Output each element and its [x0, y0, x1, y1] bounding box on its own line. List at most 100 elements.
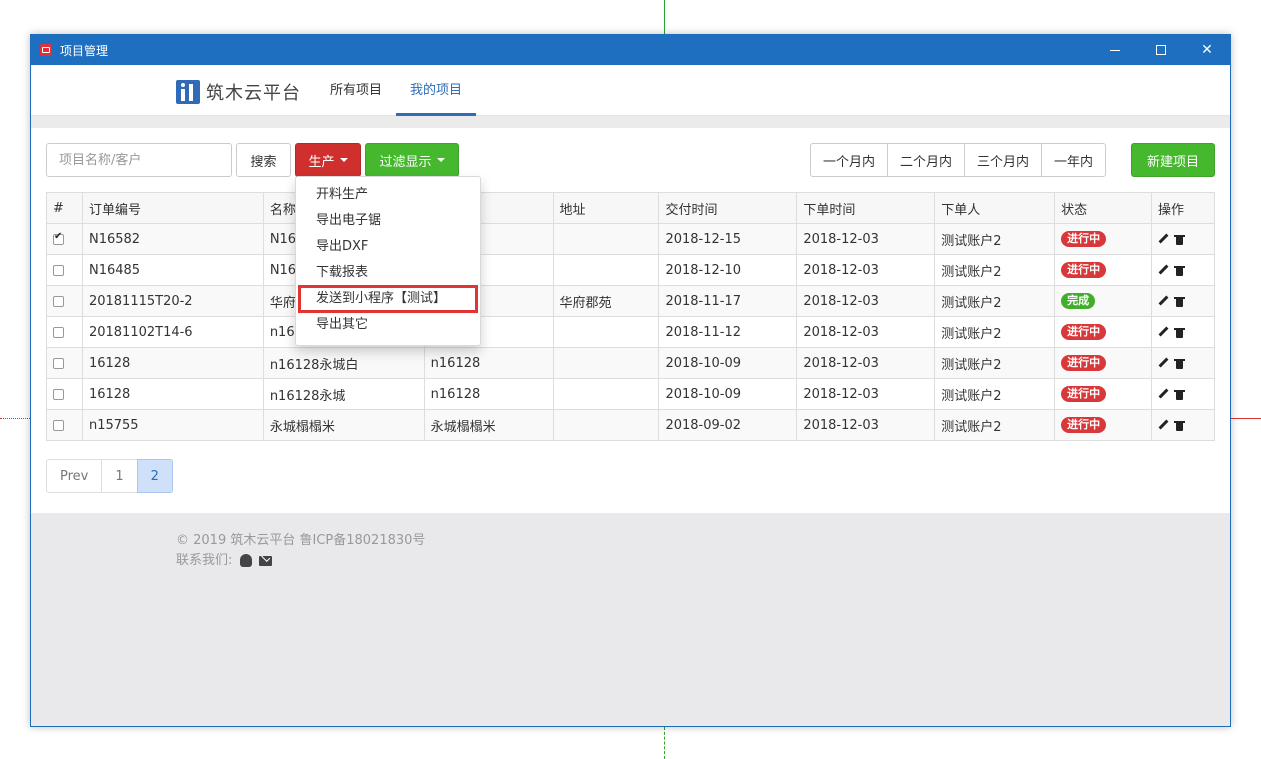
cell-address: [552, 316, 660, 348]
contact-label: 联系我们:: [176, 553, 233, 568]
row-checkbox[interactable]: [53, 264, 64, 276]
new-project-button[interactable]: 新建项目: [1131, 143, 1215, 177]
menu-item-export-other[interactable]: 导出其它: [296, 312, 480, 338]
col-header-ordered[interactable]: 下单时间: [796, 192, 936, 224]
tab-my-projects[interactable]: 我的项目: [396, 65, 477, 116]
delete-trash-icon[interactable]: [1173, 265, 1185, 276]
cell-delivery: 2018-11-12: [658, 316, 798, 348]
cell-delivery: 2018-11-17: [658, 285, 798, 317]
search-button[interactable]: 搜索: [236, 143, 291, 177]
cell-user: 测试账户2: [934, 347, 1056, 379]
col-header-delivery[interactable]: 交付时间: [658, 192, 798, 224]
cell-actions: [1150, 347, 1216, 379]
pagination: Prev 1 2: [46, 459, 173, 493]
brand[interactable]: 筑木云平台: [176, 79, 301, 105]
maximize-icon: [1156, 45, 1166, 55]
col-header-order[interactable]: 订单编号: [81, 192, 264, 224]
nav-tabs: 所有项目 我的项目: [316, 65, 477, 116]
delete-trash-icon[interactable]: [1173, 420, 1185, 431]
edit-pencil-icon[interactable]: [1158, 265, 1169, 276]
edit-pencil-icon[interactable]: [1158, 389, 1169, 400]
edit-pencil-icon[interactable]: [1158, 420, 1169, 431]
close-button[interactable]: ✕: [1184, 35, 1230, 65]
row-checkbox[interactable]: [53, 419, 64, 431]
delete-trash-icon[interactable]: [1173, 358, 1185, 369]
edit-pencil-icon[interactable]: [1158, 327, 1169, 338]
cell-order: 16128: [81, 378, 264, 410]
cell-ordered: 2018-12-03: [796, 378, 936, 410]
cell-ordered: 2018-12-03: [796, 409, 936, 441]
page-1[interactable]: 1: [101, 459, 138, 493]
col-header-status[interactable]: 状态: [1054, 192, 1152, 224]
minimize-button[interactable]: [1092, 35, 1138, 65]
row-checkbox[interactable]: [53, 357, 64, 369]
row-checkbox[interactable]: [53, 231, 64, 245]
nav-divider-strip: [31, 116, 1230, 128]
filter-dropdown-button[interactable]: 过滤显示: [365, 143, 459, 177]
date-range-group: 一个月内 二个月内 三个月内 一年内: [810, 143, 1107, 177]
cell-actions: [1150, 378, 1216, 410]
status-badge: 进行中: [1061, 231, 1107, 247]
caret-down-icon: [339, 158, 348, 162]
table-body: N16582N16董2018-12-152018-12-03测试账户2进行中N1…: [46, 223, 1216, 441]
delete-trash-icon[interactable]: [1173, 327, 1185, 338]
filter-label: 过滤显示: [379, 154, 432, 170]
menu-item-export-saw[interactable]: 导出电子锯: [296, 208, 480, 234]
app-icon: [40, 44, 52, 56]
cell-order: N16582: [81, 223, 264, 255]
cell-actions: [1150, 223, 1216, 255]
col-header-address[interactable]: 地址: [552, 192, 660, 224]
cell-order: 20181115T20-2: [81, 285, 264, 317]
menu-item-send-miniprogram[interactable]: 发送到小程序【测试】: [298, 285, 478, 313]
range-two-months[interactable]: 二个月内: [887, 143, 966, 177]
guide-line-right: [1231, 418, 1261, 419]
status-badge: 进行中: [1061, 324, 1107, 340]
table-row[interactable]: 16128 n16128永城 n16128 2018-10-09 2018-12-03 测…: [46, 378, 1216, 410]
delete-trash-icon[interactable]: [1173, 234, 1185, 245]
table-row[interactable]: N16582N16董2018-12-152018-12-03测试账户2进行中: [46, 223, 1216, 255]
search-input[interactable]: [46, 143, 232, 177]
delete-trash-icon[interactable]: [1173, 389, 1185, 400]
table-row[interactable]: 20181115T20-2华府苑华府郡苑2018-11-172018-12-03…: [46, 285, 1216, 317]
production-dropdown-menu: 开料生产 导出电子锯 导出DXF 下载报表 发送到小程序【测试】 导出其它: [295, 176, 481, 346]
guide-line-left: [0, 418, 30, 419]
page-2[interactable]: 2: [136, 459, 173, 493]
maximize-button[interactable]: [1138, 35, 1184, 65]
col-header-actions: 操作: [1150, 192, 1216, 224]
production-dropdown-button[interactable]: 生产: [295, 143, 361, 177]
range-one-month[interactable]: 一个月内: [810, 143, 889, 177]
menu-item-cut-production[interactable]: 开料生产: [296, 182, 480, 208]
edit-pencil-icon[interactable]: [1158, 358, 1169, 369]
cell-status: 进行中: [1054, 347, 1152, 379]
contact-row: 联系我们:: [176, 551, 425, 571]
guide-line-bottom: [664, 727, 665, 759]
minimize-icon: [1110, 49, 1120, 51]
mail-icon[interactable]: [258, 555, 272, 566]
table-row[interactable]: N16485 N16 2018-12-10 2018-12-03 测试账户2 进行中: [46, 254, 1216, 286]
cell-ordered: 2018-12-03: [796, 347, 936, 379]
menu-item-export-dxf[interactable]: 导出DXF: [296, 234, 480, 260]
table-row[interactable]: n15755 永城榻榻米 永城榻榻米 2018-09-02 2018-12-03 测试账户…: [46, 409, 1216, 441]
qq-icon[interactable]: [239, 554, 252, 567]
row-checkbox[interactable]: [53, 388, 64, 400]
edit-pencil-icon[interactable]: [1158, 296, 1169, 307]
table-row[interactable]: 20181102T14-6n16补2018-11-122018-12-03测试账…: [46, 316, 1216, 348]
page-prev[interactable]: Prev: [46, 459, 103, 493]
menu-item-download-report[interactable]: 下载报表: [296, 260, 480, 286]
status-badge: 进行中: [1061, 417, 1107, 433]
row-checkbox[interactable]: [53, 326, 64, 338]
tab-all-projects[interactable]: 所有项目: [316, 65, 396, 116]
range-three-months[interactable]: 三个月内: [964, 143, 1043, 177]
caret-down-icon: [436, 158, 445, 162]
delete-trash-icon[interactable]: [1173, 296, 1185, 307]
col-header-user[interactable]: 下单人: [934, 192, 1056, 224]
col-header-index: #: [46, 192, 83, 224]
table-row[interactable]: 16128 n16128永城白 n16128 2018-10-09 2018-12-03…: [46, 347, 1216, 379]
cell-name: 永城榻榻米: [262, 409, 425, 441]
row-checkbox[interactable]: [53, 295, 64, 307]
range-one-year[interactable]: 一年内: [1041, 143, 1107, 177]
title-bar[interactable]: 项目管理 ✕: [31, 35, 1230, 65]
window-controls: ✕: [1092, 35, 1230, 65]
edit-pencil-icon[interactable]: [1158, 234, 1169, 245]
main-content: 搜索 生产 过滤显示 一个月内 二个月内 三个月内 一年内 新建项目 # 订单编…: [31, 128, 1230, 513]
